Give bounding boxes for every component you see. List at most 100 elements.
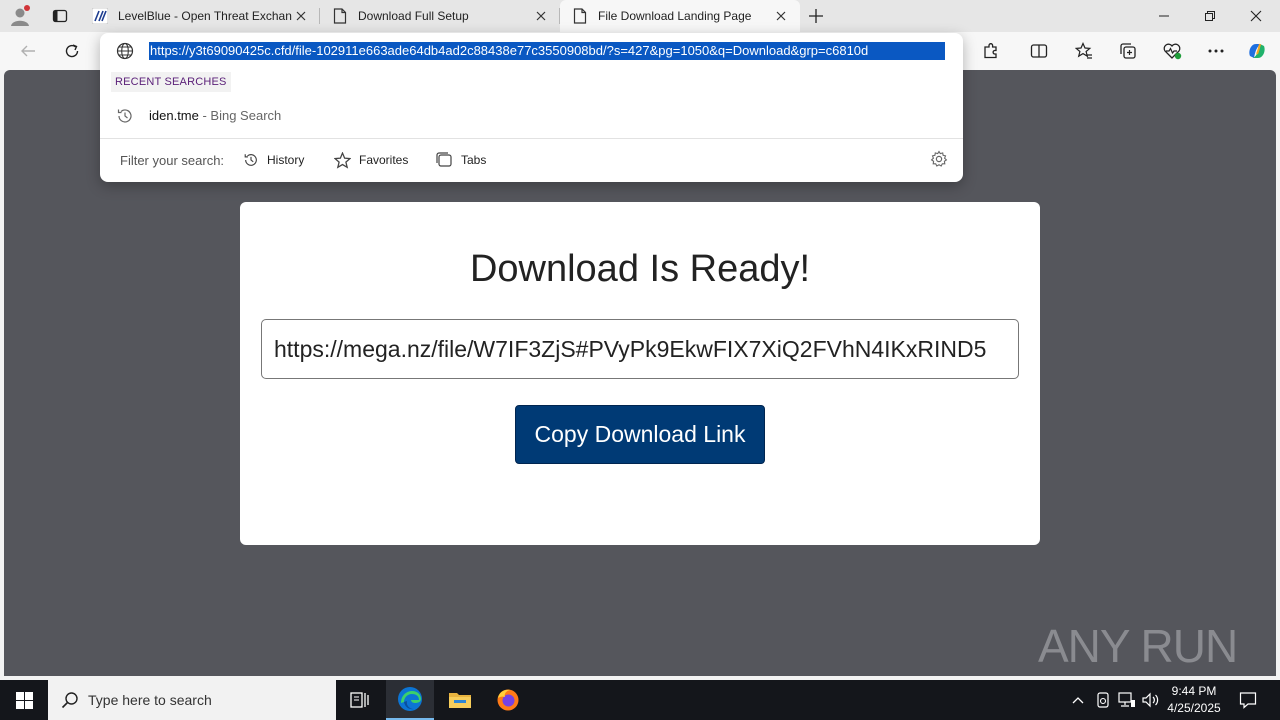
filter-history-button[interactable]: History <box>243 149 304 171</box>
tabs-icon <box>436 152 452 167</box>
taskbar-clock[interactable]: 9:44 PM 4/25/2025 <box>1160 683 1228 717</box>
clock-date: 4/25/2025 <box>1167 701 1221 715</box>
speaker-icon <box>1142 692 1159 708</box>
clock-time: 9:44 PM <box>1171 684 1217 698</box>
suggestion-source: - Bing Search <box>198 108 282 123</box>
star-list-icon <box>1075 42 1092 59</box>
globe-icon <box>116 42 134 60</box>
minimize-icon <box>1159 15 1169 17</box>
device-icon <box>1097 692 1109 708</box>
taskbar-search-input[interactable] <box>88 692 318 708</box>
tab-actions-icon <box>52 9 68 23</box>
tab-title: LevelBlue - Open Threat Exchang <box>118 9 292 23</box>
back-arrow-icon <box>21 45 35 57</box>
split-screen-button[interactable] <box>1024 36 1054 66</box>
folder-icon <box>449 693 471 708</box>
recent-searches-label: RECENT SEARCHES <box>111 72 231 92</box>
watermark-text-any: ANY RUN <box>1038 620 1237 672</box>
close-icon <box>1250 10 1262 22</box>
start-button[interactable] <box>0 680 48 720</box>
anyrun-logo-icon: ANY RUN <box>1038 620 1238 672</box>
anyrun-watermark: ANY RUN <box>1038 610 1238 676</box>
filter-favorites-button[interactable]: Favorites <box>334 149 408 171</box>
collections-button[interactable] <box>1113 36 1143 66</box>
task-view-button[interactable] <box>336 680 384 720</box>
windows-taskbar: 9:44 PM 4/25/2025 <box>0 680 1280 720</box>
refresh-icon <box>65 44 79 58</box>
filter-tabs-label: Tabs <box>461 153 487 167</box>
filter-history-label: History <box>267 153 305 167</box>
levelblue-favicon-icon <box>92 8 108 24</box>
close-icon <box>776 11 786 21</box>
network-icon <box>1118 692 1135 707</box>
download-card: Download Is Ready! Copy Download Link <box>240 202 1040 545</box>
tab-strip: LevelBlue - Open Threat Exchang Download… <box>0 0 1280 32</box>
more-icon <box>1208 49 1224 53</box>
extensions-button[interactable] <box>976 36 1006 66</box>
minimize-button[interactable] <box>1141 0 1187 32</box>
profile-icon <box>11 5 30 26</box>
edge-icon <box>398 687 422 711</box>
taskbar-firefox[interactable] <box>484 680 532 720</box>
close-window-button[interactable] <box>1233 0 1279 32</box>
new-tab-button[interactable] <box>800 0 832 32</box>
split-screen-icon <box>1030 44 1048 58</box>
browser-essentials-button[interactable] <box>1157 36 1187 66</box>
suggestion-text: iden.tme - Bing Search <box>149 108 281 123</box>
restore-button[interactable] <box>1187 0 1233 32</box>
heart-pulse-icon <box>1163 43 1182 60</box>
page-heading: Download Is Ready! <box>469 248 811 290</box>
tab-title: File Download Landing Page <box>598 9 752 23</box>
favorites-button[interactable] <box>1069 36 1099 66</box>
filter-favorites-label: Favorites <box>359 153 409 167</box>
search-settings-button[interactable] <box>930 150 948 171</box>
refresh-button[interactable] <box>57 36 87 66</box>
task-view-icon <box>350 692 369 708</box>
collections-icon <box>1120 43 1136 59</box>
notifications-button[interactable] <box>1234 680 1262 720</box>
restore-icon <box>1205 11 1215 21</box>
windows-logo-icon <box>15 691 33 709</box>
address-bar[interactable]: https://y3t69090425c.cfd/file-102911e663… <box>100 33 963 69</box>
volume-button[interactable] <box>1140 680 1162 720</box>
tray-device-button[interactable] <box>1093 680 1113 720</box>
tab-close-button[interactable] <box>532 7 550 25</box>
copy-download-link-button[interactable]: Copy Download Link <box>515 405 765 464</box>
firefox-icon <box>497 689 519 711</box>
url-text[interactable]: https://y3t69090425c.cfd/file-102911e663… <box>149 42 945 60</box>
filter-tabs-button[interactable]: Tabs <box>436 149 486 171</box>
suggestion-item[interactable]: iden.tme - Bing Search <box>100 101 963 131</box>
suggestion-query: iden.tme <box>149 108 199 123</box>
settings-menu-button[interactable] <box>1201 36 1231 66</box>
plus-icon <box>809 9 823 23</box>
taskbar-file-explorer[interactable] <box>436 680 484 720</box>
tab-levelblue[interactable]: LevelBlue - Open Threat Exchang <box>80 0 320 32</box>
search-filter-bar: Filter your search: History Favorites Ta… <box>100 139 963 182</box>
tab-close-button[interactable] <box>292 7 310 25</box>
chevron-up-icon <box>1072 697 1084 704</box>
copilot-button[interactable] <box>1242 36 1272 66</box>
tab-download-full-setup[interactable]: Download Full Setup <box>320 0 560 32</box>
network-button[interactable] <box>1116 680 1138 720</box>
page-favicon-icon <box>332 8 348 24</box>
profile-button[interactable] <box>0 0 40 32</box>
tab-title: Download Full Setup <box>358 9 469 23</box>
tab-close-button[interactable] <box>772 7 790 25</box>
download-link-input[interactable] <box>274 335 1006 363</box>
close-icon <box>536 11 546 21</box>
address-bar-dropdown: https://y3t69090425c.cfd/file-102911e663… <box>100 33 963 182</box>
history-icon <box>244 154 257 166</box>
star-icon <box>334 151 351 169</box>
puzzle-icon <box>984 43 997 59</box>
back-button[interactable] <box>13 36 43 66</box>
taskbar-search-box[interactable] <box>48 680 336 720</box>
close-icon <box>296 11 306 21</box>
tab-file-download-landing[interactable]: File Download Landing Page <box>560 0 800 32</box>
filter-label: Filter your search: <box>120 153 225 168</box>
show-hidden-icons-button[interactable] <box>1068 680 1088 720</box>
download-link-field[interactable] <box>261 319 1019 379</box>
page-favicon-icon <box>572 8 588 24</box>
taskbar-edge[interactable] <box>386 680 434 720</box>
tab-actions-button[interactable] <box>40 0 80 32</box>
gear-icon <box>930 150 948 167</box>
